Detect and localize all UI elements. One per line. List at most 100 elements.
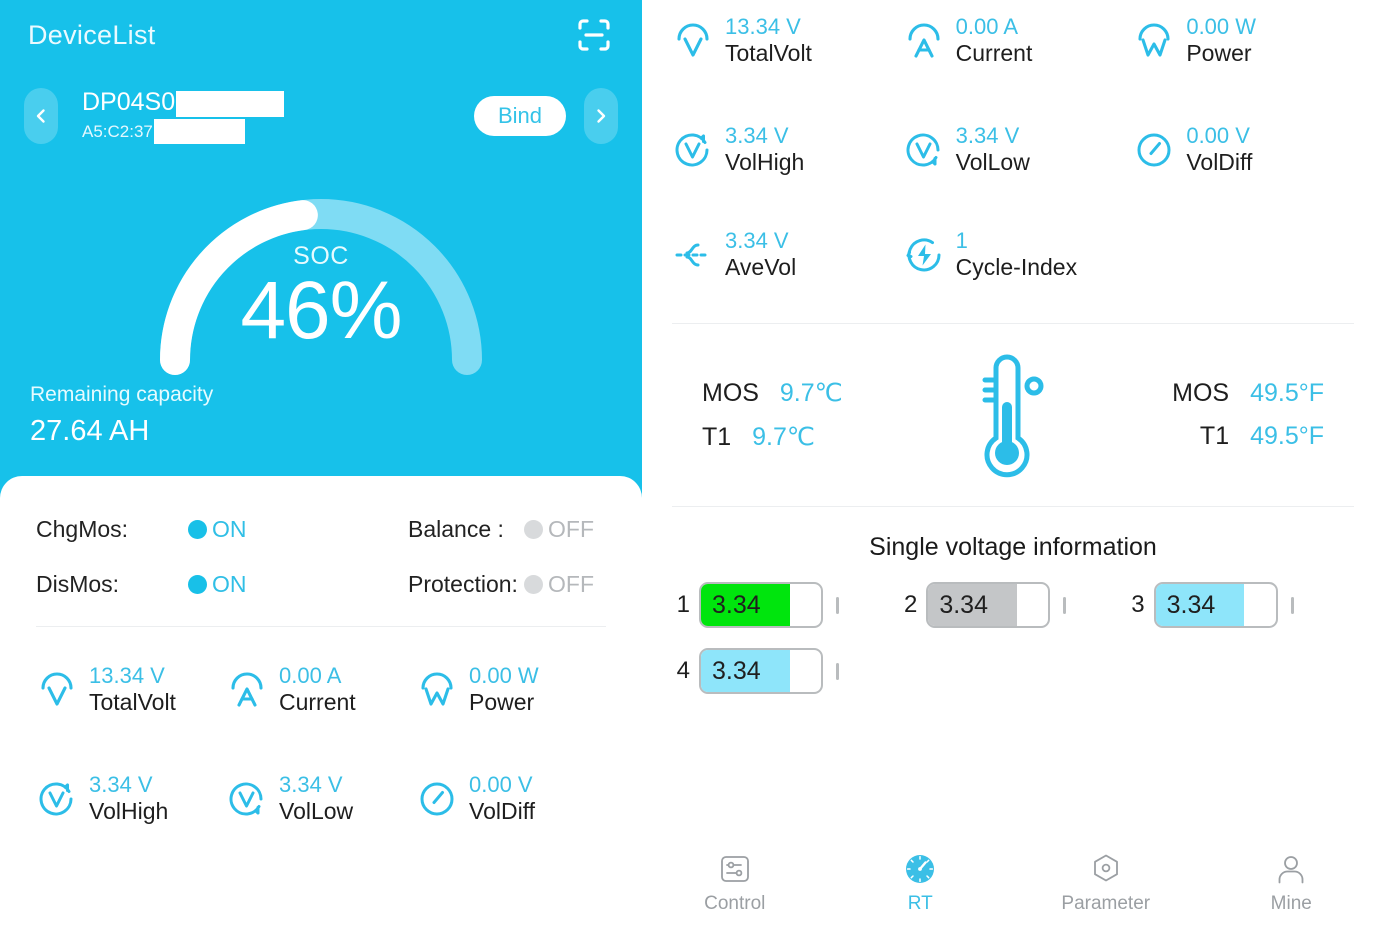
metric-name: VolDiff bbox=[469, 798, 536, 825]
cell-item[interactable]: 4 3.34 bbox=[672, 648, 899, 695]
status-label: ChgMos: bbox=[36, 516, 129, 542]
soc-gauge: SOC 46% bbox=[0, 160, 642, 375]
ampere-gauge-icon bbox=[226, 669, 268, 711]
status-card: ChgMos: ON Balance : OFF DisMos: ON Prot… bbox=[0, 476, 642, 929]
ampere-gauge-icon bbox=[903, 20, 945, 62]
cell-voltage: 3.34 bbox=[939, 590, 988, 619]
tab-control[interactable]: Control bbox=[642, 852, 828, 915]
temperature-celsius: MOS 9.7℃ T1 9.7℃ bbox=[702, 378, 843, 452]
metric-value: 3.34 V bbox=[279, 772, 343, 798]
metric-value: 3.34 V bbox=[955, 123, 1020, 149]
volt-low-icon bbox=[903, 129, 945, 171]
volt-gauge-icon bbox=[36, 669, 78, 711]
cell-index: 2 bbox=[903, 591, 918, 619]
volt-high-icon bbox=[672, 129, 714, 171]
next-device-button[interactable] bbox=[584, 88, 618, 144]
status-dismos[interactable]: DisMos: ON bbox=[36, 571, 408, 598]
metric-totalvolt: 13.34 V TotalVolt bbox=[36, 663, 226, 716]
cell-item[interactable]: 1 3.34 bbox=[672, 582, 899, 629]
soc-value: 46% bbox=[240, 265, 402, 356]
metric-current: 0.00 A Current bbox=[903, 14, 1134, 67]
metric-name: VolLow bbox=[279, 798, 354, 825]
cell-voltage: 3.34 bbox=[712, 656, 761, 685]
metric-value: 3.34 V bbox=[725, 228, 789, 254]
temp-label: T1 bbox=[702, 423, 732, 452]
metric-value: 3.34 V bbox=[725, 123, 789, 149]
battery-terminal-icon bbox=[1063, 596, 1067, 614]
temp-label: MOS bbox=[702, 379, 759, 408]
volt-high-icon bbox=[36, 778, 78, 820]
rt-metric-grid-extra: 3.34 V AveVol 1 Cycle-Index bbox=[662, 176, 1364, 323]
metric-name: VolHigh bbox=[725, 149, 805, 176]
temp-row: T1 49.5°F bbox=[1172, 422, 1324, 451]
metric-name: AveVol bbox=[725, 254, 797, 281]
status-dot-off-icon bbox=[524, 575, 543, 594]
status-value: OFF bbox=[548, 571, 594, 597]
metric-name: TotalVolt bbox=[89, 688, 176, 715]
metric-value: 0.00 V bbox=[469, 772, 533, 798]
cell-voltage: 3.34 bbox=[1166, 590, 1216, 619]
device-name: DP04S0 bbox=[82, 87, 176, 116]
tab-label: RT bbox=[907, 892, 933, 914]
speedometer-icon bbox=[903, 852, 937, 886]
temp-value: 9.7℃ bbox=[779, 379, 843, 408]
volt-diff-icon bbox=[416, 778, 458, 820]
status-chgmos[interactable]: ChgMos: ON bbox=[36, 516, 408, 543]
tab-mine[interactable]: Mine bbox=[1199, 852, 1384, 915]
metric-value: 0.00 A bbox=[279, 663, 342, 688]
tab-label: Control bbox=[704, 892, 766, 914]
cell-index: 3 bbox=[1131, 591, 1145, 619]
left-metric-grid: 13.34 V TotalVolt 0.00 A Current 0.00 W … bbox=[36, 627, 606, 825]
volt-diff-icon bbox=[1133, 129, 1175, 171]
cell-battery-bar: 3.34 bbox=[699, 582, 823, 629]
cell-voltage: 3.34 bbox=[712, 590, 761, 619]
status-value: ON bbox=[212, 516, 247, 542]
hexagon-gear-icon bbox=[1089, 852, 1123, 886]
remaining-capacity-label: Remaining capacity bbox=[30, 383, 214, 406]
right-panel: 13.34 V TotalVolt 0.00 A Current 0.00 W … bbox=[642, 0, 1384, 929]
sliders-icon bbox=[718, 852, 752, 886]
status-protection[interactable]: Protection: OFF bbox=[408, 571, 606, 598]
app-screen: DeviceList DP04S0 A5:C2:37 Bind SOC 46% … bbox=[0, 0, 1384, 929]
average-voltage-icon bbox=[672, 234, 714, 276]
temp-label: T1 bbox=[1199, 422, 1230, 451]
metric-volhigh: 3.34 V VolHigh bbox=[36, 772, 226, 825]
status-dot-on-icon bbox=[188, 520, 207, 539]
device-mac: A5:C2:37 bbox=[82, 121, 153, 141]
temp-row: T1 9.7℃ bbox=[702, 422, 843, 452]
metric-value: 13.34 V bbox=[725, 14, 801, 39]
metric-name: VolDiff bbox=[1186, 149, 1253, 176]
person-icon bbox=[1274, 852, 1308, 886]
metric-volhigh: 3.34 V VolHigh bbox=[672, 123, 903, 176]
status-value: OFF bbox=[548, 516, 594, 542]
cell-item[interactable]: 3 3.34 bbox=[1127, 582, 1354, 629]
device-name-row: DP04S0 bbox=[82, 87, 474, 120]
chevron-right-icon bbox=[597, 109, 606, 123]
scan-qr-icon[interactable] bbox=[574, 15, 614, 55]
bottom-tab-bar: Control RT Parameter Mine bbox=[642, 837, 1384, 929]
metric-name: Power bbox=[469, 688, 535, 715]
cell-index: 1 bbox=[676, 591, 690, 619]
status-grid: ChgMos: ON Balance : OFF DisMos: ON Prot… bbox=[36, 510, 606, 598]
watt-gauge-icon bbox=[416, 669, 458, 711]
device-name-redaction bbox=[176, 91, 285, 118]
tab-rt[interactable]: RT bbox=[828, 852, 1014, 915]
bind-button[interactable]: Bind bbox=[473, 96, 566, 136]
metric-name: TotalVolt bbox=[725, 39, 812, 66]
metric-voldiff: 0.00 V VolDiff bbox=[1133, 123, 1364, 176]
metric-current: 0.00 A Current bbox=[226, 663, 416, 716]
metric-name: Current bbox=[279, 688, 356, 715]
status-balance[interactable]: Balance : OFF bbox=[408, 516, 606, 543]
single-voltage-cells: 1 3.34 2 3.34 3 3.34 4 3.34 bbox=[662, 582, 1364, 695]
metric-name: VolLow bbox=[955, 149, 1030, 176]
cell-item[interactable]: 2 3.34 bbox=[899, 582, 1126, 629]
metric-name: Cycle-Index bbox=[955, 254, 1078, 281]
remaining-capacity-value: 27.64 AH bbox=[30, 415, 150, 447]
prev-device-button[interactable] bbox=[24, 88, 58, 144]
status-dot-off-icon bbox=[524, 520, 543, 539]
tab-parameter[interactable]: Parameter bbox=[1013, 852, 1199, 915]
metric-voldiff: 0.00 V VolDiff bbox=[416, 772, 606, 825]
temperature-section: MOS 9.7℃ T1 9.7℃ MOS 49.5°F T1 49.5°F bbox=[662, 324, 1364, 506]
metric-totalvolt: 13.34 V TotalVolt bbox=[672, 14, 903, 67]
status-label: Balance : bbox=[408, 516, 504, 542]
